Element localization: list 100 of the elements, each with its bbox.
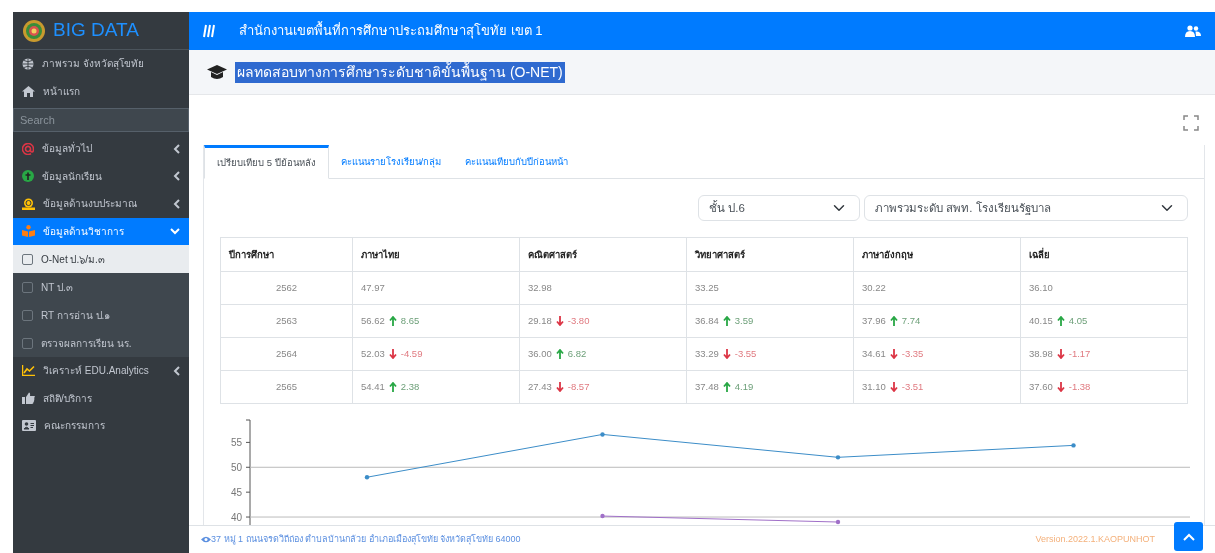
column-header: วิทยาศาสตร์ — [686, 237, 854, 272]
score-text: 34.61 — [861, 347, 886, 362]
tab[interactable]: เปรียบเทียบ 5 ปีย้อนหลัง — [204, 145, 329, 180]
sidebar-subitem[interactable]: RT การอ่าน ป.๑ — [13, 301, 189, 329]
checkbox-icon — [22, 309, 33, 321]
year-cell: 2564 — [220, 337, 353, 371]
change-text: -4.59 — [400, 347, 423, 362]
dropdown[interactable]: ภาพรวมระดับ สพท. โรงเรียนรัฐบาล — [864, 195, 1188, 222]
home-icon — [22, 85, 35, 97]
score-text: 33.29 — [694, 347, 719, 362]
eye-icon — [201, 536, 211, 543]
cross-circle-icon — [22, 170, 34, 183]
change-text: 8.65 — [400, 314, 420, 329]
thumbs-up-icon — [22, 392, 35, 405]
sidebar-item[interactable]: สถิติ/บริการ — [13, 384, 189, 412]
chevron-left-icon — [173, 143, 180, 154]
change-text: 3.59 — [734, 314, 754, 329]
checkbox-icon — [22, 281, 33, 293]
menu-icon[interactable] — [203, 24, 217, 38]
change-text: -8.57 — [567, 380, 590, 395]
data-point — [1071, 443, 1076, 448]
dropdown[interactable]: ชั้น ป.6 — [698, 195, 860, 222]
score-text: 33.25 — [694, 281, 719, 296]
tick-label: 40 — [230, 512, 242, 524]
sidebar-item[interactable]: คณะกรรมการ — [13, 412, 189, 440]
tick-label: 55 — [230, 437, 242, 449]
score-text: 38.98 — [1028, 347, 1053, 362]
data-point — [364, 475, 370, 480]
score-text: 52.03 — [361, 347, 385, 362]
at-sign-icon — [22, 142, 34, 155]
page-title: ผลทดสอบทางการศึกษาระดับชาติขั้นพื้นฐาน (O-NET) — [235, 61, 565, 83]
header-title: สำนักงานเขตพื้นที่การศึกษาประถมศึกษาสุโขทัย เขต 1 — [239, 21, 544, 41]
score-text: 31.10 — [861, 380, 886, 395]
column-header: ภาษาไทย — [352, 237, 520, 272]
score-text: 37.48 — [694, 380, 719, 395]
score-text: 40.15 — [1028, 314, 1053, 329]
coin-icon — [22, 197, 35, 210]
data-point — [600, 432, 605, 437]
chevron-left-icon — [173, 198, 180, 209]
tab[interactable]: คะแนนรายโรงเรียน/กลุ่ม — [328, 145, 454, 179]
brand-name[interactable]: BIG DATA — [53, 16, 139, 45]
emblem-logo — [23, 19, 45, 42]
score-text: 56.62 — [361, 314, 385, 329]
column-header: คณิตศาสตร์ — [519, 237, 687, 272]
column-header: เฉลี่ย — [1020, 237, 1188, 272]
change-text: 4.19 — [734, 380, 754, 395]
sidebar-item[interactable]: ข้อมูลนักเรียน — [13, 162, 189, 190]
sidebar-item[interactable]: ข้อมูลด้านวิชาการ — [13, 217, 189, 245]
footer-address: 37 หมู่ 1 ถนนจรดวิถีถ่อง ตำบลบ้านกล้วย อำเภอเมืองสุโขทัย จังหวัดสุโขทัย 64000 — [211, 532, 522, 547]
chevron-left-icon — [173, 171, 180, 182]
version-text: Version.2022.1.KAOPUNHOT — [1035, 532, 1155, 546]
tick-label: 50 — [230, 462, 242, 474]
data-point — [600, 514, 605, 519]
change-text: -3.80 — [567, 314, 590, 329]
score-text: 54.41 — [361, 380, 385, 395]
sidebar-item[interactable]: ข้อมูลทั่วไป — [13, 135, 189, 163]
sidebar-subitem[interactable]: ตรวจผลการเรียน นร. — [13, 329, 189, 357]
change-text: -3.51 — [901, 380, 924, 395]
score-text: 36.00 — [528, 347, 552, 362]
change-text: -1.38 — [1068, 380, 1091, 395]
users-icon[interactable] — [1185, 25, 1201, 37]
column-header: ภาษาอังกฤษ — [853, 237, 1021, 272]
score-text: 37.60 — [1028, 380, 1053, 395]
sidebar-item[interactable]: ภาพรวม จังหวัดสุโขทัย — [13, 50, 189, 78]
fullscreen-icon[interactable] — [1183, 115, 1199, 131]
sidebar-item[interactable]: ข้อมูลด้านงบประมาณ — [13, 190, 189, 218]
line-chart-icon — [22, 365, 35, 377]
sidebar-item[interactable]: วิเคราะห์ EDU.Analytics — [13, 357, 189, 385]
sidebar-subitem[interactable]: NT ป.๓ — [13, 273, 189, 301]
score-text: 30.22 — [861, 281, 886, 296]
score-text: 29.18 — [528, 314, 552, 329]
chevron-down-icon — [170, 227, 180, 235]
score-text: 37.96 — [861, 314, 886, 329]
graduation-cap-icon — [207, 64, 227, 80]
checkbox-icon — [22, 253, 33, 265]
change-text: -3.55 — [734, 347, 757, 362]
change-text: -1.17 — [1068, 347, 1091, 362]
sidebar-subitem[interactable]: O-Net ป.๖/ม.๓ — [13, 245, 189, 273]
change-text: -3.35 — [901, 347, 924, 362]
chevron-up-icon — [1182, 532, 1195, 541]
data-point — [835, 520, 841, 525]
change-text: 6.82 — [567, 347, 587, 362]
reader-icon — [22, 225, 35, 238]
column-header: ปีการศึกษา — [220, 237, 353, 272]
scroll-top-button[interactable] — [1174, 522, 1203, 551]
score-text: 27.43 — [528, 380, 552, 395]
change-text: 7.74 — [901, 314, 921, 329]
change-text: 4.05 — [1068, 314, 1088, 329]
globe-icon — [22, 57, 34, 70]
sidebar-item[interactable]: หน้าแรก — [13, 77, 189, 105]
data-point — [835, 455, 841, 460]
id-card-icon — [22, 420, 36, 432]
checkbox-icon — [22, 337, 33, 349]
year-cell: 2562 — [220, 271, 353, 305]
search-field[interactable]: Search — [13, 108, 189, 132]
score-text: 32.98 — [528, 281, 552, 296]
score-text: 36.10 — [1028, 281, 1053, 296]
tick-label: 45 — [230, 487, 242, 499]
tab[interactable]: คะแนนเทียบกับปีก่อนหน้า — [453, 145, 581, 179]
chevron-left-icon — [173, 365, 180, 376]
